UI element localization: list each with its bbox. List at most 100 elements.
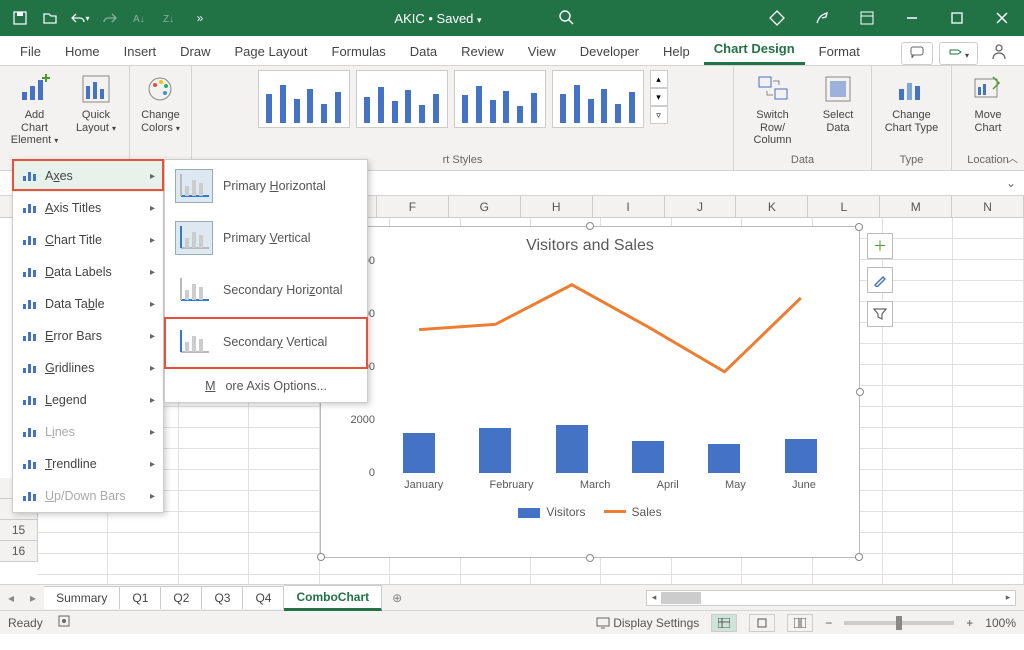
axes-option-secondary-horizontal[interactable]: Secondary Horizontal <box>165 264 367 316</box>
col-header[interactable]: I <box>593 196 665 217</box>
add-chart-element-button[interactable]: Add Chart Element ▾ <box>6 70 63 149</box>
qat-sort-asc-icon[interactable]: A↓ <box>126 4 154 32</box>
share-button[interactable]: ▾ <box>939 42 978 65</box>
view-normal-button[interactable] <box>711 614 737 632</box>
qat-autosave-icon[interactable] <box>6 4 34 32</box>
coming-soon-icon[interactable] <box>799 0 844 36</box>
col-header[interactable]: M <box>880 196 952 217</box>
axes-option-primary-horizontal[interactable]: Primary Horizontal <box>165 160 367 212</box>
sheet-tab[interactable]: Summary <box>44 586 120 609</box>
view-page-layout-button[interactable] <box>749 614 775 632</box>
tab-chart-design[interactable]: Chart Design <box>704 35 805 65</box>
style-thumb[interactable] <box>454 70 546 128</box>
axes-option-secondary-vertical[interactable]: Secondary Vertical <box>165 316 367 368</box>
col-header[interactable]: H <box>521 196 593 217</box>
col-header[interactable]: K <box>736 196 808 217</box>
menu-item-data-labels[interactable]: Data Labels▸ <box>13 256 163 288</box>
row-header[interactable]: 16 <box>0 541 38 562</box>
diamond-icon[interactable] <box>754 0 799 36</box>
account-icon[interactable] <box>984 42 1014 65</box>
maximize-icon[interactable] <box>934 0 979 36</box>
move-chart-button[interactable]: Move Chart <box>961 70 1015 136</box>
axes-option-primary-vertical[interactable]: Primary Vertical <box>165 212 367 264</box>
menu-item-gridlines[interactable]: Gridlines▸ <box>13 352 163 384</box>
view-page-break-button[interactable] <box>787 614 813 632</box>
sheet-nav-next-icon[interactable]: ▸ <box>22 591 44 605</box>
zoom-slider[interactable] <box>844 621 954 625</box>
select-data-button[interactable]: Select Data <box>811 70 865 136</box>
menu-item-lines: Lines▸ <box>13 416 163 448</box>
menu-item-chart-title[interactable]: Chart Title▸ <box>13 224 163 256</box>
col-header[interactable]: J <box>665 196 737 217</box>
style-thumb[interactable] <box>258 70 350 128</box>
search-icon[interactable] <box>558 9 574 28</box>
chart-legend[interactable]: Visitors Sales <box>321 505 859 519</box>
menu-item-error-bars[interactable]: Error Bars▸ <box>13 320 163 352</box>
close-icon[interactable] <box>979 0 1024 36</box>
formula-expand-icon[interactable]: ⌄ <box>998 176 1024 190</box>
sheet-tab[interactable]: Q4 <box>243 586 284 609</box>
tab-home[interactable]: Home <box>55 38 110 65</box>
comments-button[interactable] <box>901 42 933 65</box>
titlebar: ▾ A↓ Z↓ » AKIC • Saved ▾ <box>0 0 1024 36</box>
chart-filter-button[interactable] <box>867 301 893 327</box>
ribbon-mode-icon[interactable] <box>844 0 889 36</box>
tab-formulas[interactable]: Formulas <box>322 38 396 65</box>
tab-format[interactable]: Format <box>809 38 870 65</box>
col-header[interactable]: L <box>808 196 880 217</box>
qat-overflow-icon[interactable]: » <box>186 4 214 32</box>
chart-styles-gallery[interactable]: ▴▾▿ <box>198 70 727 154</box>
sheet-tab[interactable]: Q1 <box>120 586 161 609</box>
menu-item-trendline[interactable]: Trendline▸ <box>13 448 163 480</box>
zoom-out-button[interactable]: − <box>825 616 832 630</box>
tab-view[interactable]: View <box>518 38 566 65</box>
quick-layout-button[interactable]: Quick Layout ▾ <box>69 70 123 136</box>
chart-title[interactable]: Visitors and Sales <box>321 227 859 261</box>
embedded-chart[interactable]: Visitors and Sales 02000400060008000 Jan… <box>320 226 860 558</box>
chart-plot-area[interactable]: 02000400060008000 <box>381 261 839 473</box>
style-thumb[interactable] <box>552 70 644 128</box>
menu-item-legend[interactable]: Legend▸ <box>13 384 163 416</box>
menu-item-axes[interactable]: Axes▸ <box>13 160 163 192</box>
col-header[interactable]: F <box>377 196 449 217</box>
sheet-tab-active[interactable]: ComboChart <box>284 585 382 611</box>
menu-item-data-table[interactable]: Data Table▸ <box>13 288 163 320</box>
tab-page-layout[interactable]: Page Layout <box>225 38 318 65</box>
sheet-tab[interactable]: Q2 <box>161 586 202 609</box>
collapse-ribbon-icon[interactable]: ︿ <box>1007 150 1018 166</box>
chart-elements-button[interactable]: ＋ <box>867 233 893 259</box>
more-axis-options[interactable]: More Axis Options... <box>165 368 367 402</box>
minimize-icon[interactable] <box>889 0 934 36</box>
qat-undo-icon[interactable]: ▾ <box>66 4 94 32</box>
zoom-level[interactable]: 100% <box>985 616 1016 630</box>
tab-draw[interactable]: Draw <box>170 38 220 65</box>
tab-developer[interactable]: Developer <box>570 38 649 65</box>
tab-review[interactable]: Review <box>451 38 514 65</box>
sheet-nav-prev-icon[interactable]: ◂ <box>0 591 22 605</box>
new-sheet-button[interactable]: ⊕ <box>382 591 412 605</box>
tab-data[interactable]: Data <box>400 38 447 65</box>
menu-item-axis-titles[interactable]: Axis Titles▸ <box>13 192 163 224</box>
macro-record-icon[interactable] <box>57 614 71 631</box>
col-header[interactable]: N <box>952 196 1024 217</box>
col-header[interactable]: G <box>449 196 521 217</box>
sheet-tab[interactable]: Q3 <box>202 586 243 609</box>
style-thumb[interactable] <box>356 70 448 128</box>
tab-help[interactable]: Help <box>653 38 700 65</box>
qat-sort-desc-icon[interactable]: Z↓ <box>156 4 184 32</box>
chart-styles-button[interactable] <box>867 267 893 293</box>
horizontal-scrollbar[interactable]: ◂▸ <box>646 590 1016 606</box>
change-chart-type-button[interactable]: Change Chart Type <box>881 70 943 136</box>
group-label-type: Type <box>878 154 945 168</box>
switch-row-column-button[interactable]: Switch Row/ Column <box>740 70 805 149</box>
tab-insert[interactable]: Insert <box>114 38 167 65</box>
tab-file[interactable]: File <box>10 38 51 65</box>
row-header[interactable]: 15 <box>0 520 38 541</box>
qat-redo-icon[interactable] <box>96 4 124 32</box>
qat-open-icon[interactable] <box>36 4 64 32</box>
axes-submenu: Primary HorizontalPrimary VerticalSecond… <box>164 159 368 403</box>
zoom-in-button[interactable]: + <box>966 616 973 630</box>
display-settings-button[interactable]: Display Settings <box>596 616 699 630</box>
gallery-scroll[interactable]: ▴▾▿ <box>650 70 668 124</box>
change-colors-button[interactable]: Change Colors ▾ <box>134 70 188 136</box>
